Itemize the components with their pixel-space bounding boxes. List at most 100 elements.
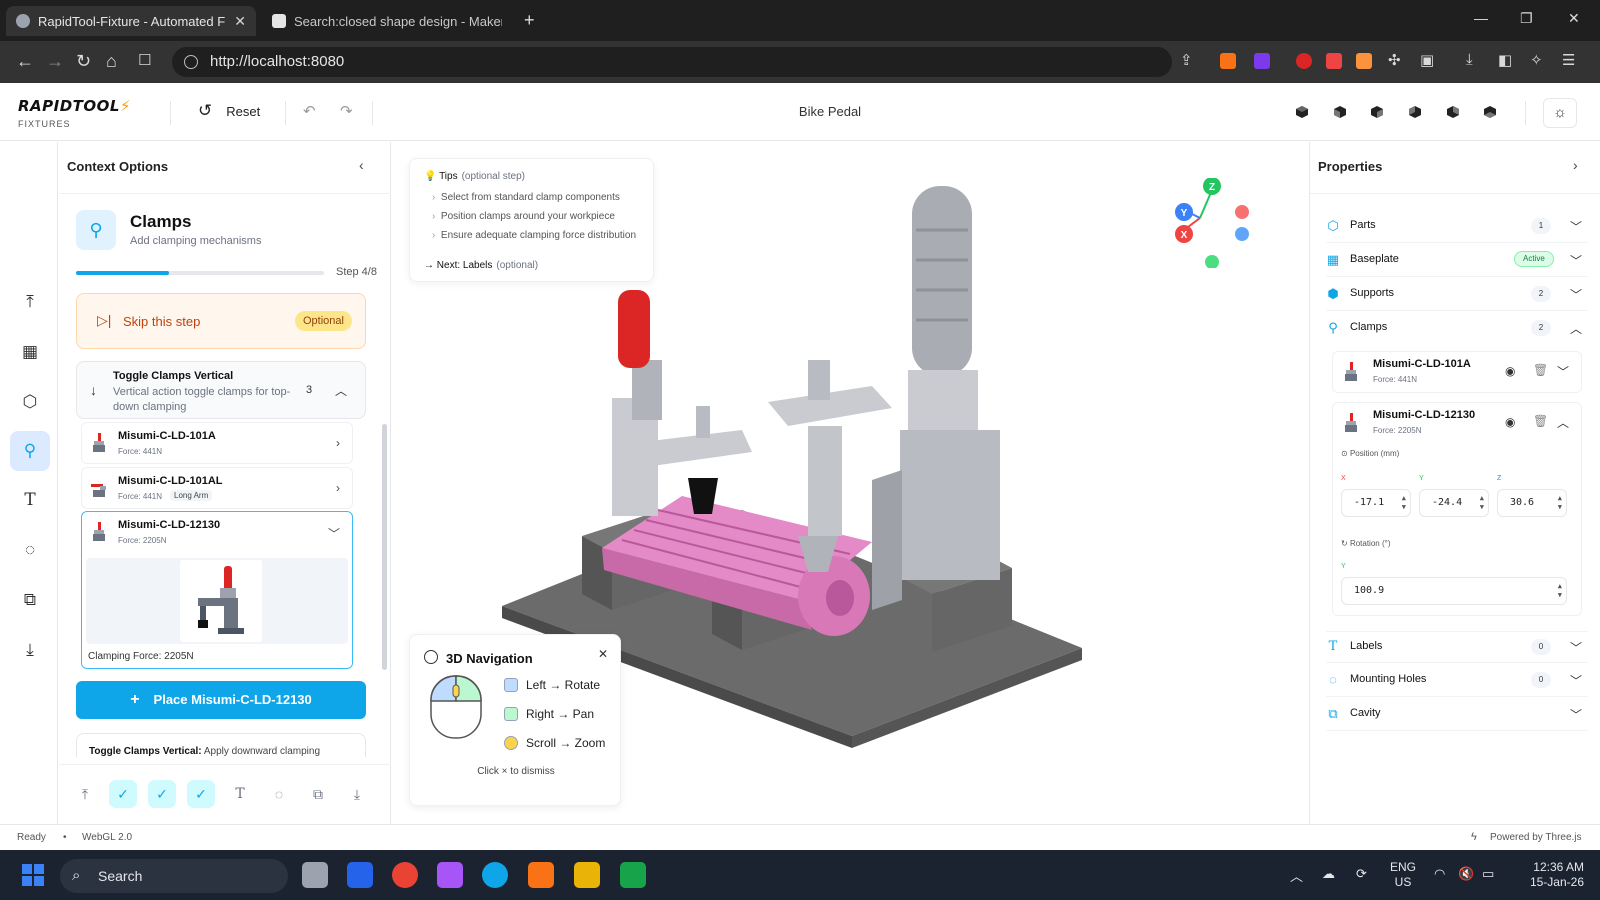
placed-clamp-card[interactable]: Misumi-C-LD-101A Force: 441N ◉ 🗑 ﹀ <box>1332 351 1582 393</box>
maximize-icon[interactable]: ❐ <box>1520 10 1533 27</box>
section-supports[interactable]: ⬢ Supports 2 ﹀ <box>1326 279 1588 311</box>
new-tab-button[interactable]: + <box>524 10 535 31</box>
record-extension-icon[interactable] <box>1296 53 1312 69</box>
clamps-step-icon[interactable]: ⚲ <box>10 431 50 471</box>
home-icon[interactable]: ⌂ <box>106 51 117 72</box>
close-window-icon[interactable]: ✕ <box>1568 10 1580 27</box>
chevron-up-icon[interactable]: ︿ <box>335 382 347 399</box>
clock[interactable]: 12:36 AM 15-Jan-26 <box>1518 860 1584 890</box>
view-back-icon[interactable] <box>1408 105 1422 119</box>
leo-ai-icon[interactable]: ✧ <box>1530 51 1543 69</box>
import-shortcut-icon[interactable]: ⤒ <box>71 780 99 808</box>
section-labels[interactable]: T Labels 0 ﹀ <box>1326 631 1588 663</box>
wifi-icon[interactable]: ◠ <box>1434 866 1445 882</box>
trash-icon[interactable]: 🗑 <box>1533 414 1548 428</box>
stepper-icon[interactable]: ▲ ▼ <box>1558 582 1562 600</box>
place-clamp-button[interactable]: + Place Misumi-C-LD-12130 <box>76 681 366 719</box>
view-right-icon[interactable] <box>1483 105 1497 119</box>
collapse-right-icon[interactable]: › <box>1573 157 1578 173</box>
labels-step-icon[interactable]: T <box>10 480 50 520</box>
brave-rewards-icon[interactable] <box>1254 53 1270 69</box>
stepper-icon[interactable]: ▲ ▼ <box>1402 494 1406 512</box>
minimize-icon[interactable]: — <box>1474 10 1488 26</box>
section-mounting-holes[interactable]: ◌ Mounting Holes 0 ﹀ <box>1326 665 1588 697</box>
next-clamp-group[interactable]: Toggle Clamps Vertical: Apply downward c… <box>76 733 366 757</box>
brave-icon[interactable] <box>528 862 554 888</box>
skip-step-button[interactable]: ▷| Skip this step Optional <box>76 293 366 349</box>
axis-gizmo[interactable]: Z Y X <box>1172 178 1252 268</box>
position-x-input[interactable]: -17.1 ▲ ▼ <box>1341 489 1411 517</box>
baseplate-done-icon[interactable]: ✓ <box>109 780 137 808</box>
back-icon[interactable]: ← <box>16 51 34 72</box>
menu-icon[interactable]: ☰ <box>1562 51 1575 69</box>
chevron-up-icon[interactable]: ︿ <box>1557 414 1569 431</box>
clamp-list-item[interactable]: Misumi-C-LD-101A Force: 441N › <box>81 422 353 464</box>
import-step-icon[interactable]: ⤒ <box>10 282 50 322</box>
edge-icon[interactable] <box>482 862 508 888</box>
stepper-icon[interactable]: ▲ ▼ <box>1558 494 1562 512</box>
position-z-input[interactable]: 30.6 ▲ ▼ <box>1497 489 1567 517</box>
eye-icon[interactable]: ◉ <box>1505 415 1515 429</box>
clamp-group-header[interactable]: ↓ Toggle Clamps Vertical Vertical action… <box>76 361 366 419</box>
windows-start-icon[interactable] <box>22 864 44 886</box>
section-cavity[interactable]: ⧉ Cavity ﹀ <box>1326 699 1588 731</box>
clamp-list-item-selected[interactable]: Misumi-C-LD-12130 Force: 2205N ﹀ Clampin… <box>81 511 353 669</box>
export-step-icon[interactable]: ⤓ <box>10 630 50 670</box>
screenshot-icon[interactable]: ▣ <box>1420 51 1434 69</box>
section-parts[interactable]: ⬡ Parts 1 ﹀ <box>1326 211 1588 243</box>
browser-tab-inactive[interactable]: Search:closed shape design - MakerW <box>262 6 512 36</box>
supports-done-icon[interactable]: ✓ <box>148 780 176 808</box>
copilot-icon[interactable] <box>437 862 463 888</box>
placed-clamp-card-expanded[interactable]: Misumi-C-LD-12130 Force: 2205N ◉ 🗑 ︿ ⊙ P… <box>1332 402 1582 616</box>
position-y-input[interactable]: -24.4 ▲ ▼ <box>1419 489 1489 517</box>
trash-icon[interactable]: 🗑 <box>1533 363 1548 377</box>
battery-icon[interactable]: ▭ <box>1482 866 1494 882</box>
onedrive-icon[interactable]: ☁ <box>1322 866 1335 882</box>
sheets-icon[interactable] <box>620 862 646 888</box>
holes-shortcut-icon[interactable]: ◌ <box>265 780 293 808</box>
close-tab-icon[interactable]: ✕ <box>234 13 246 30</box>
cavity-shortcut-icon[interactable]: ⧉ <box>304 780 332 808</box>
share-icon[interactable]: ⇪ <box>1180 51 1193 69</box>
collapse-left-icon[interactable]: ‹ <box>359 157 364 173</box>
chevron-down-icon[interactable]: ﹀ <box>328 525 340 542</box>
view-front-icon[interactable] <box>1370 105 1384 119</box>
redo-icon[interactable]: ↷ <box>340 102 353 120</box>
section-clamps[interactable]: ⚲ Clamps 2 ︿ <box>1326 313 1588 345</box>
view-top-icon[interactable] <box>1333 105 1347 119</box>
undo-icon[interactable]: ↶ <box>303 102 316 120</box>
youtube-extension-icon[interactable] <box>1326 53 1342 69</box>
forward-icon[interactable]: → <box>46 51 64 72</box>
clamps-done-icon[interactable]: ✓ <box>187 780 215 808</box>
chrome-icon[interactable] <box>392 862 418 888</box>
brave-shield-icon[interactable] <box>1220 53 1236 69</box>
language-indicator[interactable]: ENG US <box>1388 860 1418 890</box>
task-view-icon[interactable] <box>302 862 328 888</box>
baseplate-step-icon[interactable]: ▦ <box>10 332 50 372</box>
vscode-icon[interactable] <box>347 862 373 888</box>
download-icon[interactable]: ⤓ <box>1466 51 1473 68</box>
reload-icon[interactable]: ↻ <box>76 51 91 72</box>
file-explorer-icon[interactable] <box>574 862 600 888</box>
tray-overflow-icon[interactable]: ︿ <box>1290 866 1303 885</box>
sync-icon[interactable]: ⟳ <box>1356 866 1367 882</box>
view-left-icon[interactable] <box>1446 105 1460 119</box>
reset-button[interactable]: ↺ Reset <box>198 101 260 121</box>
stepper-icon[interactable]: ▲ ▼ <box>1480 494 1484 512</box>
3d-viewport[interactable]: 💡 Tips (optional step) › Select from stan… <box>392 142 1308 824</box>
export-shortcut-icon[interactable]: ⤓ <box>343 780 371 808</box>
site-info-icon[interactable] <box>184 55 198 69</box>
supports-step-icon[interactable]: ⬡ <box>10 382 50 422</box>
cavity-step-icon[interactable]: ⧉ <box>10 580 50 620</box>
eye-icon[interactable]: ◉ <box>1505 364 1515 378</box>
mounting-holes-step-icon[interactable]: ◌ <box>10 530 50 570</box>
close-icon[interactable]: ✕ <box>598 647 608 661</box>
clamp-list-item[interactable]: Misumi-C-LD-101AL Force: 441N Long Arm › <box>81 467 353 509</box>
rotation-y-input[interactable]: 100.9 ▲ ▼ <box>1341 577 1567 605</box>
labels-shortcut-icon[interactable]: T <box>226 780 254 808</box>
bookmark-icon[interactable]: ☐ <box>138 51 151 69</box>
browser-tab-active[interactable]: RapidTool-Fixture - Automated F ✕ <box>6 6 256 36</box>
puzzle-icon[interactable]: ✣ <box>1388 51 1401 69</box>
panel-scrollbar[interactable] <box>382 424 387 670</box>
sidebar-toggle-icon[interactable]: ◧ <box>1498 51 1512 69</box>
